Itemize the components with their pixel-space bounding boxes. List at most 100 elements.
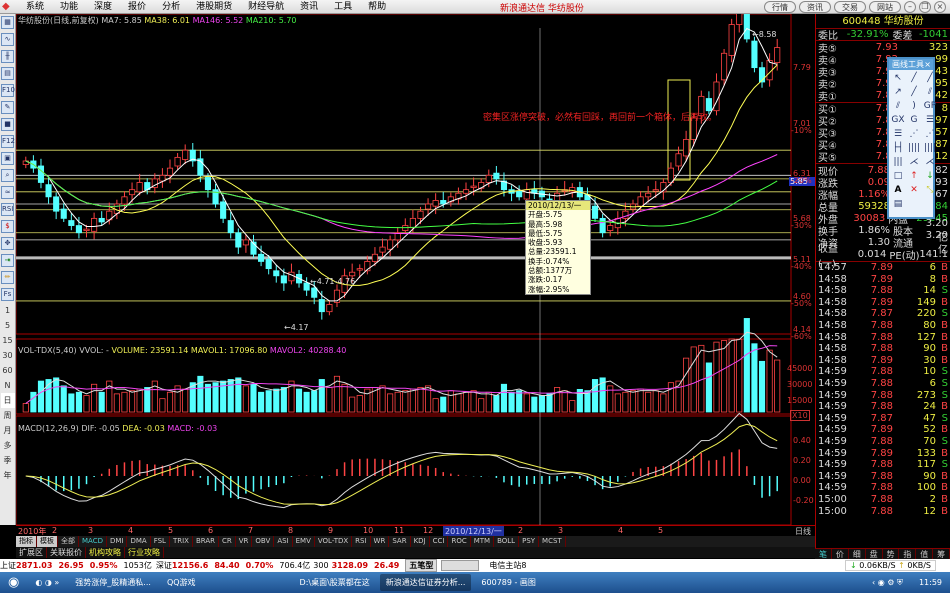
fib-tool-icon[interactable]: ☰ (891, 128, 905, 140)
time-zone-tool-icon[interactable]: |||| (923, 142, 937, 154)
quote-list-icon[interactable]: ▦ (1, 16, 14, 29)
segment-tool-icon[interactable]: ╱ (923, 72, 937, 84)
period-month[interactable]: 月 (4, 423, 12, 438)
cursor-tool-icon[interactable]: ↖ (891, 72, 905, 84)
indicator-tab[interactable]: EMV (293, 536, 315, 547)
indicator-tab[interactable]: ROC (448, 536, 471, 547)
text-tool-icon[interactable]: A (891, 184, 905, 196)
dollar-icon[interactable]: $ (1, 220, 14, 233)
down-arrow-tool-icon[interactable]: ↓ (923, 170, 937, 182)
indicator-tab[interactable]: KDJ (411, 536, 430, 547)
menu-analysis[interactable]: 分析 (154, 0, 188, 14)
timeshare-chart-icon[interactable]: ∿ (1, 33, 14, 46)
speed-line-tool-icon[interactable]: ⋰ (923, 128, 937, 140)
indicator-tab[interactable]: CR (219, 536, 236, 547)
ext-tab-institution[interactable]: 机构攻略 (86, 547, 125, 558)
indicator-tab[interactable]: MTM (471, 536, 495, 547)
chart-annotation[interactable]: 密集区涨停突破，必然有回踩，再回前一个箱体，后再攻。 (483, 110, 717, 123)
kline-chart-icon[interactable]: ╫ (1, 50, 14, 63)
quicklaunch-icon[interactable]: ◐ ◑ » (29, 574, 65, 591)
right-tab[interactable]: 筹 (933, 549, 950, 559)
period-5min[interactable]: 5 (5, 318, 10, 333)
indicator-tab[interactable]: 模板 (37, 536, 58, 547)
delete-tool-icon[interactable]: ✕ (907, 184, 921, 196)
ray-tool-icon[interactable]: ╱ (907, 86, 921, 98)
save-tool-icon[interactable]: ▤ (891, 198, 905, 210)
bars-tool-icon[interactable]: ||| (891, 156, 905, 168)
menu-depth[interactable]: 深度 (86, 0, 120, 14)
menu-hk-futures[interactable]: 港股期货 (188, 0, 240, 14)
indicator-tab[interactable]: ASI (274, 536, 293, 547)
up-arrow-tool-icon[interactable]: ↑ (907, 170, 921, 182)
exit-icon[interactable]: ⇥ (1, 254, 14, 267)
right-tab[interactable]: 盘 (866, 549, 883, 559)
indicator-tab[interactable]: OBV (252, 536, 275, 547)
period-15min[interactable]: 15 (2, 333, 12, 348)
indicator-tab[interactable]: TRIX (170, 536, 193, 547)
server-name[interactable]: 电信主站8 (489, 560, 526, 571)
minimize-icon[interactable]: – (904, 1, 916, 13)
menu-quote[interactable]: 报价 (120, 0, 154, 14)
start-button[interactable]: ◉ (2, 574, 25, 591)
ext-tab-related[interactable]: 关联报价 (47, 547, 86, 558)
calc-icon[interactable]: ▣ (1, 152, 14, 165)
right-tab[interactable]: 值 (916, 549, 934, 559)
nav-quotes-button[interactable]: 行情 (764, 1, 796, 13)
levels-tool-icon[interactable]: ☰ (923, 114, 937, 126)
g-tool-icon[interactable]: G (907, 114, 921, 126)
system-tray-icons[interactable]: ‹ ◉ ⚙ ⛨ (866, 574, 909, 591)
period-60min[interactable]: 60 (2, 363, 12, 378)
f12-icon[interactable]: F12 (1, 135, 15, 148)
indicator-tab[interactable]: VOL-TDX (315, 536, 353, 547)
period-multi[interactable]: 多 (4, 438, 12, 453)
indicator-tab[interactable]: DMA (127, 536, 151, 547)
drawtool-close-icon[interactable]: × (924, 59, 931, 70)
right-tab[interactable]: 指 (899, 549, 917, 559)
indicator-tab[interactable]: FSL (151, 536, 170, 547)
pencil-icon[interactable]: ✏ (1, 271, 14, 284)
indicator-tab[interactable]: RSI (352, 536, 371, 547)
task-item-1[interactable]: 强势涨停_股精通私... (69, 574, 157, 591)
kline-chart-area[interactable]: 华纺股份(日线,前复权) MA7: 5.85 MA38: 6.01 MA146:… (15, 0, 815, 526)
fs-icon[interactable]: Fs (1, 288, 14, 301)
indicator-tab[interactable]: WR (371, 536, 390, 547)
right-tab[interactable]: 价 (832, 549, 849, 559)
close-icon[interactable]: × (934, 1, 946, 13)
arrow-line-tool-icon[interactable]: ↗ (891, 86, 905, 98)
indicator-tab[interactable]: BOLL (494, 536, 520, 547)
indicator-tab[interactable]: DMI (107, 536, 128, 547)
cycle-tool-icon[interactable]: |||| (907, 142, 921, 154)
task-item-4[interactable]: 新浪通达信证券分析... (379, 574, 472, 591)
report-icon[interactable]: ▤ (1, 67, 14, 80)
indicator-tab[interactable]: 指标 (16, 536, 37, 547)
gann-tool-icon[interactable]: ⋌ (923, 156, 937, 168)
ime-bar[interactable]: 五笔型 (405, 559, 438, 572)
menu-info[interactable]: 资讯 (292, 0, 326, 14)
menu-finance-nav[interactable]: 财经导航 (240, 0, 292, 14)
line-tool-icon[interactable]: ╱ (907, 72, 921, 84)
indicator-tab[interactable]: MCST (539, 536, 566, 547)
menu-system[interactable]: 系统 (18, 0, 52, 14)
task-item-5[interactable]: 600789 - 画图 (475, 574, 542, 591)
menu-help[interactable]: 帮助 (360, 0, 394, 14)
channel-tool-icon[interactable]: ⫽ (891, 100, 905, 112)
rect-tool-icon[interactable]: □ (891, 170, 905, 182)
indicator-tab[interactable]: 全部 (58, 536, 79, 547)
period-30min[interactable]: 30 (2, 348, 12, 363)
rsi-icon[interactable]: RSI (1, 203, 14, 216)
nav-website-button[interactable]: 网站 (869, 1, 901, 13)
indicator-tab[interactable]: MACD (79, 536, 107, 547)
menu-function[interactable]: 功能 (52, 0, 86, 14)
indicator-tab[interactable]: CCI (430, 536, 449, 547)
task-item-3[interactable]: D:\桌面\股票都在这 (294, 574, 376, 591)
ext-tab-industry[interactable]: 行业攻略 (125, 547, 164, 558)
zoom-icon[interactable]: ⌕ (1, 169, 14, 182)
arc-tool-icon[interactable]: ) (907, 100, 921, 112)
nav-news-button[interactable]: 资讯 (799, 1, 831, 13)
box-icon[interactable]: ■ (1, 118, 14, 131)
indicator-tab[interactable]: SAR (389, 536, 411, 547)
right-tab[interactable]: 笔 (815, 549, 832, 559)
indicator-tab[interactable]: VR (236, 536, 253, 547)
period-week[interactable]: 周 (4, 408, 12, 423)
gx-tool-icon[interactable]: GX (891, 114, 905, 126)
